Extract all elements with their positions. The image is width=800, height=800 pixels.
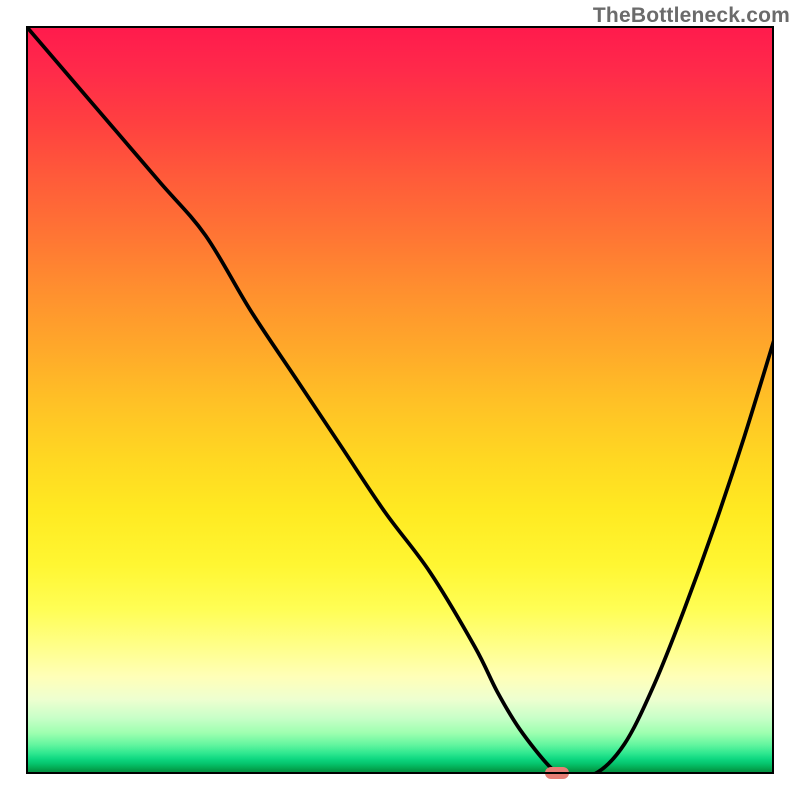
plot-area (26, 26, 774, 774)
chart-container: TheBottleneck.com (0, 0, 800, 800)
gradient-background (26, 26, 774, 774)
optimal-marker (545, 767, 569, 779)
attribution-text: TheBottleneck.com (593, 4, 790, 28)
